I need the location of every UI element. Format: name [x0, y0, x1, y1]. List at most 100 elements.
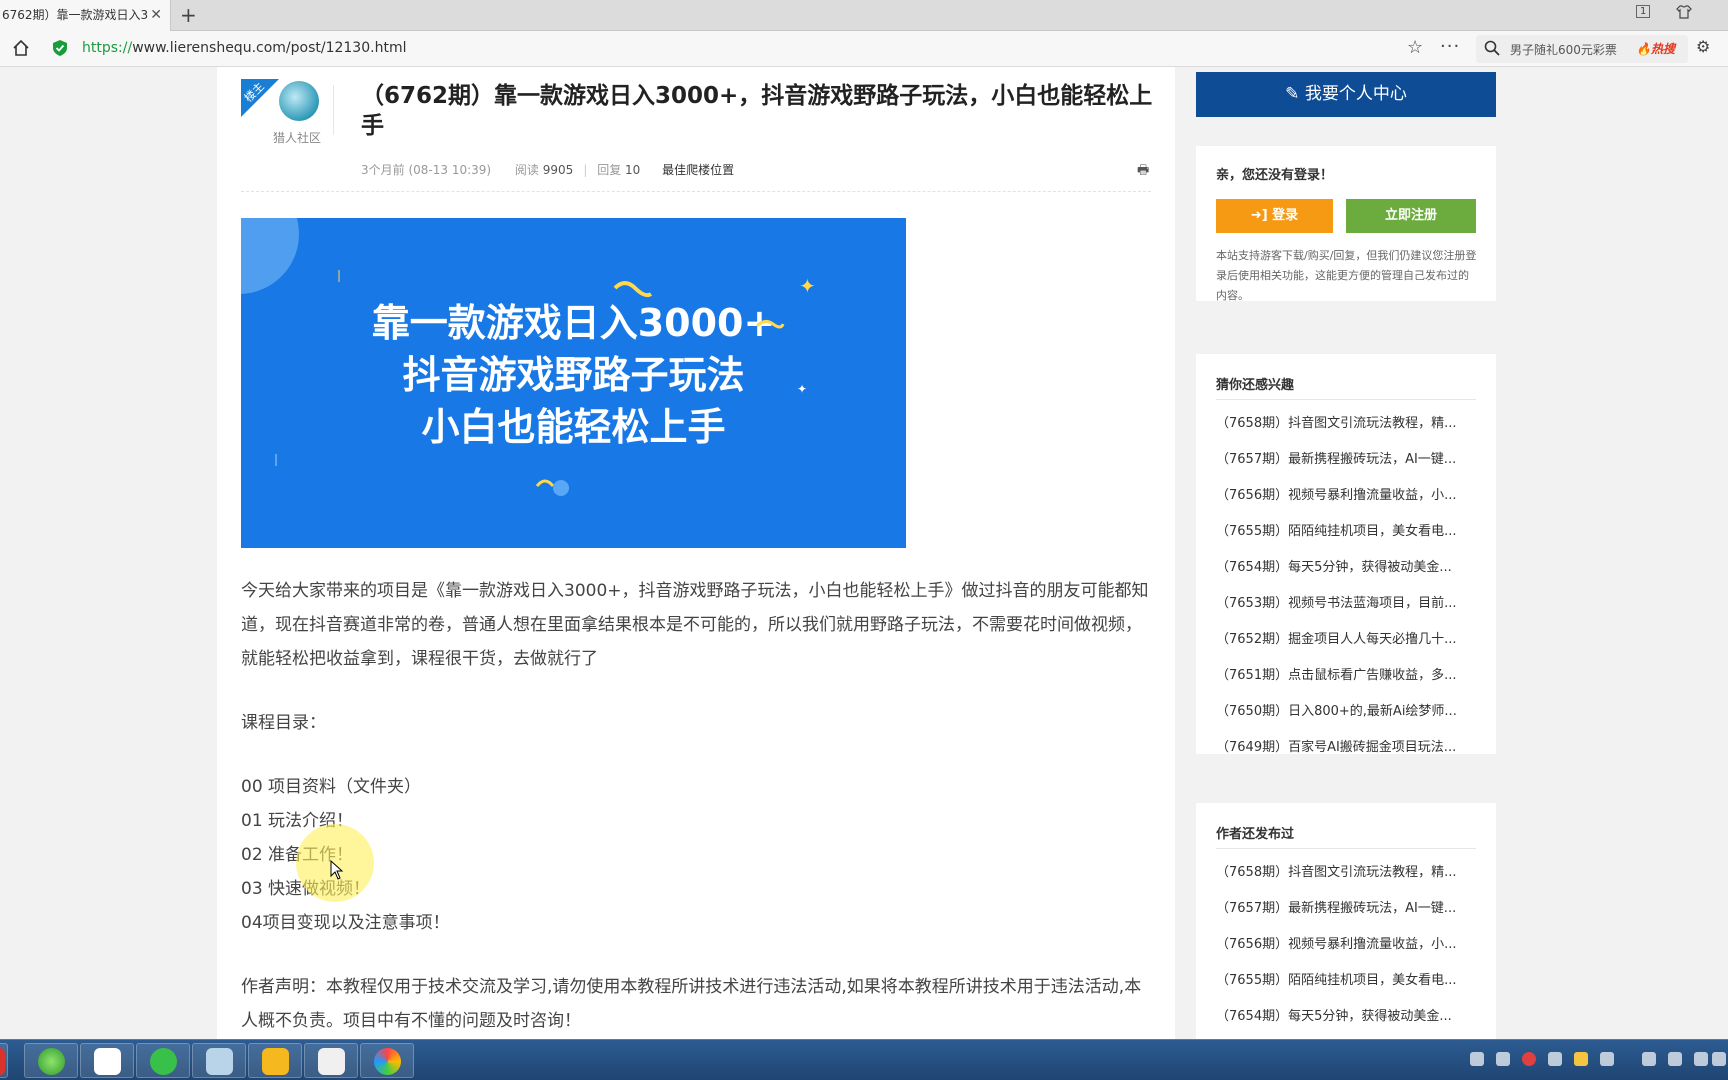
author-disclaimer: 作者声明：本教程仅用于技术交流及学习,请勿使用本教程所讲技术进行违法活动,如果将… [241, 977, 1142, 1031]
author-block[interactable]: 楼主 猎人社区 [241, 79, 321, 149]
post-intro: 今天给大家带来的项目是《靠一款游戏日入3000+，抖音游戏野路子玩法，小白也能轻… [241, 581, 1149, 669]
list-item[interactable]: （7650期）日入800+的,最新Ai绘梦师... [1216, 694, 1478, 730]
list-item[interactable]: （7657期）最新携程搬砖玩法，AI一键... [1216, 442, 1478, 478]
personal-center-button[interactable]: ✎ 我要个人中心 [1196, 72, 1496, 117]
ribbon-icon [755, 319, 785, 329]
tray-icon[interactable] [1668, 1052, 1682, 1066]
toc-item: 00 项目资料（文件夹） [241, 777, 422, 797]
login-panel: 亲，您还没有登录！ ➜] 登录 立即注册 本站支持游客下载/购买/回复，但我们仍… [1196, 146, 1496, 302]
home-icon[interactable] [12, 39, 30, 57]
login-icon: ➜] [1250, 208, 1268, 223]
ribbon-icon [613, 281, 653, 298]
more-icon[interactable]: ··· [1440, 36, 1460, 57]
author-posts-title: 作者还发布过 [1216, 827, 1295, 842]
page-title: （6762期）靠一款游戏日入3000+，抖音游戏野路子玩法，小白也能轻松上手 [361, 83, 1153, 139]
shirt-icon[interactable] [1676, 5, 1692, 23]
list-item[interactable]: （7658期）抖音图文引流玩法教程，精... [1216, 855, 1478, 891]
header-separator [241, 191, 1151, 192]
search-icon [1484, 40, 1500, 56]
toc-item: 02 准备工作！ [241, 845, 353, 865]
reply-count: 10 [625, 163, 641, 177]
post-banner-image: 靠一款游戏日入3000+ 抖音游戏野路子玩法 小白也能轻松上手 ✦ ✦ ❘ ❘ [241, 218, 906, 548]
sparkle-icon: ✦ [797, 382, 808, 396]
post-meta: 3个月前 (08-13 10:39) 阅读 9905 | 回复 10 最佳爬楼位置 [361, 163, 735, 177]
post-main: 楼主 猎人社区 （6762期）靠一款游戏日入3000+，抖音游戏野路子玩法，小白… [217, 67, 1175, 1039]
taskbar-app-notes[interactable] [192, 1043, 246, 1078]
volume-icon[interactable] [1712, 1052, 1726, 1066]
register-button[interactable]: 立即注册 [1346, 199, 1476, 233]
star-icon[interactable]: ☆ [1407, 37, 1423, 58]
url-field[interactable]: https://www.lierenshequ.com/post/12130.h… [82, 40, 406, 56]
toc-item: 01 玩法介绍！ [241, 811, 354, 831]
avatar[interactable] [279, 81, 319, 121]
toc-label: 课程目录： [241, 713, 326, 733]
hot-badge-label: 热搜 [1650, 42, 1675, 56]
login-button[interactable]: ➜] 登录 [1216, 199, 1333, 233]
list-item[interactable]: （7653期）视频号书法蓝海项目，目前... [1216, 586, 1478, 622]
list-item[interactable]: （7654期）每天5分钟，获得被动美金... [1216, 550, 1478, 586]
post-time: 3个月前 (08-13 10:39) [361, 163, 492, 177]
tray-icon[interactable] [1548, 1052, 1562, 1066]
list-item[interactable]: （7656期）视频号暴利撸流量收益，小... [1216, 478, 1478, 514]
window-count-badge[interactable]: 1 [1636, 5, 1651, 18]
login-tip: 本站支持游客下载/购买/回复，但我们仍建议您注册登录后使用相关功能，这能更方便的… [1216, 249, 1477, 302]
taskbar-app-slides[interactable] [304, 1043, 358, 1078]
os-taskbar [0, 1039, 1728, 1080]
login-label: 登录 [1272, 208, 1299, 223]
tray-icon[interactable] [1600, 1052, 1614, 1066]
guess-list: （7658期）抖音图文引流玩法教程，精... （7657期）最新携程搬砖玩法，A… [1216, 406, 1478, 766]
start-button[interactable] [0, 1043, 8, 1078]
tray-icon[interactable] [1642, 1052, 1656, 1066]
banner-line-3: 小白也能轻松上手 [421, 405, 726, 449]
taskbar-app-kuwo[interactable] [248, 1043, 302, 1078]
header-divider [333, 85, 334, 135]
search-box[interactable]: 男子随礼600元彩票 🔥热搜 [1476, 35, 1688, 63]
search-suggestion: 男子随礼600元彩票 [1510, 43, 1617, 57]
new-tab-button[interactable]: + [180, 3, 197, 27]
banner-circle-decor [241, 218, 299, 294]
tray-icon[interactable] [1694, 1052, 1708, 1066]
guess-title: 猜你还感兴趣 [1216, 378, 1295, 393]
address-bar: https://www.lierenshequ.com/post/12130.h… [0, 31, 1728, 67]
guess-panel: 猜你还感兴趣 （7658期）抖音图文引流玩法教程，精... （7657期）最新携… [1196, 354, 1496, 755]
taskbar-app-360-browser[interactable] [24, 1043, 78, 1078]
tray-icon[interactable] [1522, 1052, 1536, 1066]
taskbar-app-baidu-netdisk[interactable] [80, 1043, 134, 1078]
list-item[interactable]: （7649期）百家号AI搬砖掘金项目玩法... [1216, 730, 1478, 766]
tray-icon[interactable] [1470, 1052, 1484, 1066]
best-floor-link[interactable]: 最佳爬楼位置 [662, 163, 734, 177]
tab-close-icon[interactable]: ✕ [150, 0, 162, 31]
list-item[interactable]: （7657期）最新携程搬砖玩法，AI一键... [1216, 891, 1478, 927]
taskbar-app-wechat[interactable] [136, 1043, 190, 1078]
edit-icon: ✎ [1285, 84, 1300, 104]
tab-current[interactable]: 6762期）靠一款游戏日入3 ✕ [0, 0, 171, 31]
print-icon[interactable]: 🖶 [1137, 161, 1149, 183]
tab-title: 6762期）靠一款游戏日入3 [2, 8, 149, 22]
list-item[interactable]: （7654期）每天5分钟，获得被动美金... [1216, 999, 1478, 1035]
url-path: www.lierenshequ.com/post/12130.html [132, 40, 407, 56]
tray-icon[interactable] [1574, 1052, 1588, 1066]
tools-icon[interactable]: ⚙ [1696, 37, 1710, 56]
list-item[interactable]: （7655期）陌陌纯挂机项目，美女看电... [1216, 963, 1478, 999]
page-content: 楼主 猎人社区 （6762期）靠一款游戏日入3000+，抖音游戏野路子玩法，小白… [0, 67, 1728, 1039]
browser-tabbar: 6762期）靠一款游戏日入3 ✕ + 1 [0, 0, 1728, 31]
toc-item: 03 快速做视频！ [241, 879, 370, 899]
confetti-icon: ❘ [334, 268, 345, 282]
reply-label: 回复 [597, 163, 622, 177]
taskbar-app-recorder[interactable] [360, 1043, 414, 1078]
banner-line-1: 靠一款游戏日入3000+ [371, 301, 776, 345]
list-item[interactable]: （7655期）陌陌纯挂机项目，美女看电... [1216, 514, 1478, 550]
sparkle-icon: ✦ [799, 274, 816, 298]
hot-badge: 🔥热搜 [1636, 42, 1675, 56]
list-item[interactable]: （7652期）掘金项目人人每天必撸几十... [1216, 622, 1478, 658]
list-item[interactable]: （7656期）视频号暴利撸流量收益，小... [1216, 927, 1478, 963]
read-label: 阅读 [514, 163, 539, 177]
login-greeting: 亲，您还没有登录！ [1216, 168, 1334, 183]
list-item[interactable]: （7651期）点击鼠标看广告赚收益，多... [1216, 658, 1478, 694]
shield-icon[interactable] [52, 39, 68, 57]
cursor-icon [330, 860, 344, 880]
list-item[interactable]: （7658期）抖音图文引流玩法教程，精... [1216, 406, 1478, 442]
author-name[interactable]: 猎人社区 [273, 129, 321, 146]
tray-icon[interactable] [1496, 1052, 1510, 1066]
toc-item: 04项目变现以及注意事项！ [241, 913, 450, 933]
